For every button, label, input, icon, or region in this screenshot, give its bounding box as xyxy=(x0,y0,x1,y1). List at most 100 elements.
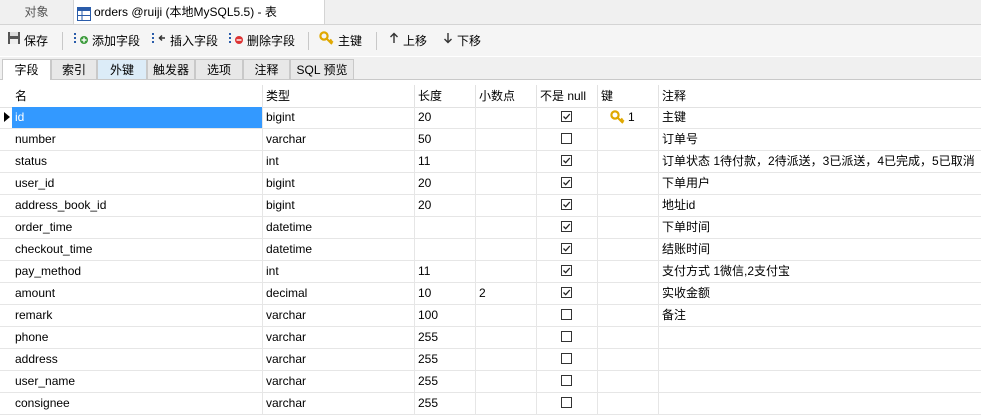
cell-key[interactable] xyxy=(598,393,659,414)
not-null-checkbox[interactable] xyxy=(561,397,572,408)
cell-length[interactable]: 20 xyxy=(415,107,476,128)
cell-decimals[interactable] xyxy=(476,151,537,172)
cell-comment[interactable]: 备注 xyxy=(659,305,981,326)
cell-name[interactable]: pay_method xyxy=(12,261,263,282)
table-row[interactable]: remark varchar 100 备注 xyxy=(0,305,981,327)
cell-decimals[interactable] xyxy=(476,239,537,260)
cell-decimals[interactable] xyxy=(476,349,537,370)
cell-comment[interactable]: 结账时间 xyxy=(659,239,981,260)
tab-foreign-keys[interactable]: 外键 xyxy=(97,59,147,79)
cell-decimals[interactable] xyxy=(476,107,537,128)
cell-key[interactable] xyxy=(598,283,659,304)
cell-name[interactable]: address_book_id xyxy=(12,195,263,216)
cell-comment[interactable]: 订单号 xyxy=(659,129,981,150)
table-row[interactable]: number varchar 50 订单号 xyxy=(0,129,981,151)
not-null-checkbox[interactable] xyxy=(561,155,572,166)
table-row[interactable]: id bigint 20 1 主键 xyxy=(0,107,981,129)
cell-length[interactable]: 255 xyxy=(415,349,476,370)
cell-not-null[interactable] xyxy=(537,239,598,260)
cell-not-null[interactable] xyxy=(537,261,598,282)
cell-type[interactable]: decimal xyxy=(263,283,415,304)
cell-type[interactable]: varchar xyxy=(263,129,415,150)
cell-key[interactable] xyxy=(598,217,659,238)
not-null-checkbox[interactable] xyxy=(561,243,572,254)
column-header-comment[interactable]: 注释 xyxy=(659,85,981,107)
save-button[interactable]: 保存 xyxy=(7,31,48,51)
cell-decimals[interactable] xyxy=(476,327,537,348)
cell-type[interactable]: varchar xyxy=(263,349,415,370)
tab-comment[interactable]: 注释 xyxy=(243,59,290,79)
cell-type[interactable]: bigint xyxy=(263,173,415,194)
cell-not-null[interactable] xyxy=(537,107,598,128)
not-null-checkbox[interactable] xyxy=(561,177,572,188)
cell-length[interactable] xyxy=(415,217,476,238)
not-null-checkbox[interactable] xyxy=(561,199,572,210)
cell-length[interactable]: 20 xyxy=(415,195,476,216)
move-up-button[interactable]: 上移 xyxy=(388,31,427,51)
cell-decimals[interactable] xyxy=(476,393,537,414)
table-row[interactable]: checkout_time datetime 结账时间 xyxy=(0,239,981,261)
cell-not-null[interactable] xyxy=(537,393,598,414)
cell-name[interactable]: phone xyxy=(12,327,263,348)
cell-key[interactable] xyxy=(598,261,659,282)
table-row[interactable]: order_time datetime 下单时间 xyxy=(0,217,981,239)
table-row[interactable]: user_id bigint 20 下单用户 xyxy=(0,173,981,195)
cell-comment[interactable] xyxy=(659,393,981,414)
cell-decimals[interactable] xyxy=(476,217,537,238)
cell-decimals[interactable] xyxy=(476,305,537,326)
cell-decimals[interactable] xyxy=(476,261,537,282)
cell-name[interactable]: user_name xyxy=(12,371,263,392)
cell-type[interactable]: int xyxy=(263,261,415,282)
cell-type[interactable]: datetime xyxy=(263,239,415,260)
not-null-checkbox[interactable] xyxy=(561,353,572,364)
table-row[interactable]: pay_method int 11 支付方式 1微信,2支付宝 xyxy=(0,261,981,283)
table-row[interactable]: phone varchar 255 xyxy=(0,327,981,349)
cell-key[interactable] xyxy=(598,173,659,194)
cell-decimals[interactable]: 2 xyxy=(476,283,537,304)
tab-triggers[interactable]: 触发器 xyxy=(147,59,195,79)
cell-name[interactable]: address xyxy=(12,349,263,370)
cell-name[interactable]: checkout_time xyxy=(12,239,263,260)
cell-length[interactable]: 255 xyxy=(415,327,476,348)
cell-comment[interactable] xyxy=(659,371,981,392)
cell-length[interactable]: 50 xyxy=(415,129,476,150)
cell-type[interactable]: varchar xyxy=(263,327,415,348)
tab-indexes[interactable]: 索引 xyxy=(51,59,97,79)
cell-name[interactable]: consignee xyxy=(12,393,263,414)
not-null-checkbox[interactable] xyxy=(561,133,572,144)
cell-type[interactable]: varchar xyxy=(263,393,415,414)
cell-key[interactable] xyxy=(598,371,659,392)
cell-name[interactable]: amount xyxy=(12,283,263,304)
cell-name[interactable]: user_id xyxy=(12,173,263,194)
cell-length[interactable]: 20 xyxy=(415,173,476,194)
column-header-decimals[interactable]: 小数点 xyxy=(476,85,537,107)
cell-length[interactable]: 11 xyxy=(415,261,476,282)
cell-key[interactable] xyxy=(598,129,659,150)
cell-comment[interactable]: 地址id xyxy=(659,195,981,216)
delete-field-button[interactable]: 删除字段 xyxy=(228,31,295,51)
not-null-checkbox[interactable] xyxy=(561,221,572,232)
not-null-checkbox[interactable] xyxy=(561,331,572,342)
table-row[interactable]: status int 11 订单状态 1待付款，2待派送，3已派送，4已完成，5已取消 xyxy=(0,151,981,173)
cell-length[interactable] xyxy=(415,239,476,260)
primary-key-button[interactable]: 主键 xyxy=(319,31,362,51)
cell-key[interactable] xyxy=(598,327,659,348)
column-header-not-null[interactable]: 不是 null xyxy=(537,85,598,107)
cell-length[interactable]: 100 xyxy=(415,305,476,326)
column-header-name[interactable]: 名 xyxy=(12,85,263,107)
cell-comment[interactable]: 主键 xyxy=(659,107,981,128)
cell-key[interactable] xyxy=(598,305,659,326)
cell-key[interactable] xyxy=(598,349,659,370)
cell-decimals[interactable] xyxy=(476,173,537,194)
cell-comment[interactable]: 实收金额 xyxy=(659,283,981,304)
cell-not-null[interactable] xyxy=(537,283,598,304)
column-header-type[interactable]: 类型 xyxy=(263,85,415,107)
cell-length[interactable]: 10 xyxy=(415,283,476,304)
cell-not-null[interactable] xyxy=(537,151,598,172)
cell-name[interactable]: id xyxy=(12,107,263,128)
cell-comment[interactable]: 下单用户 xyxy=(659,173,981,194)
cell-not-null[interactable] xyxy=(537,129,598,150)
tab-objects[interactable]: 对象 xyxy=(0,0,74,24)
cell-type[interactable]: int xyxy=(263,151,415,172)
not-null-checkbox[interactable] xyxy=(561,375,572,386)
